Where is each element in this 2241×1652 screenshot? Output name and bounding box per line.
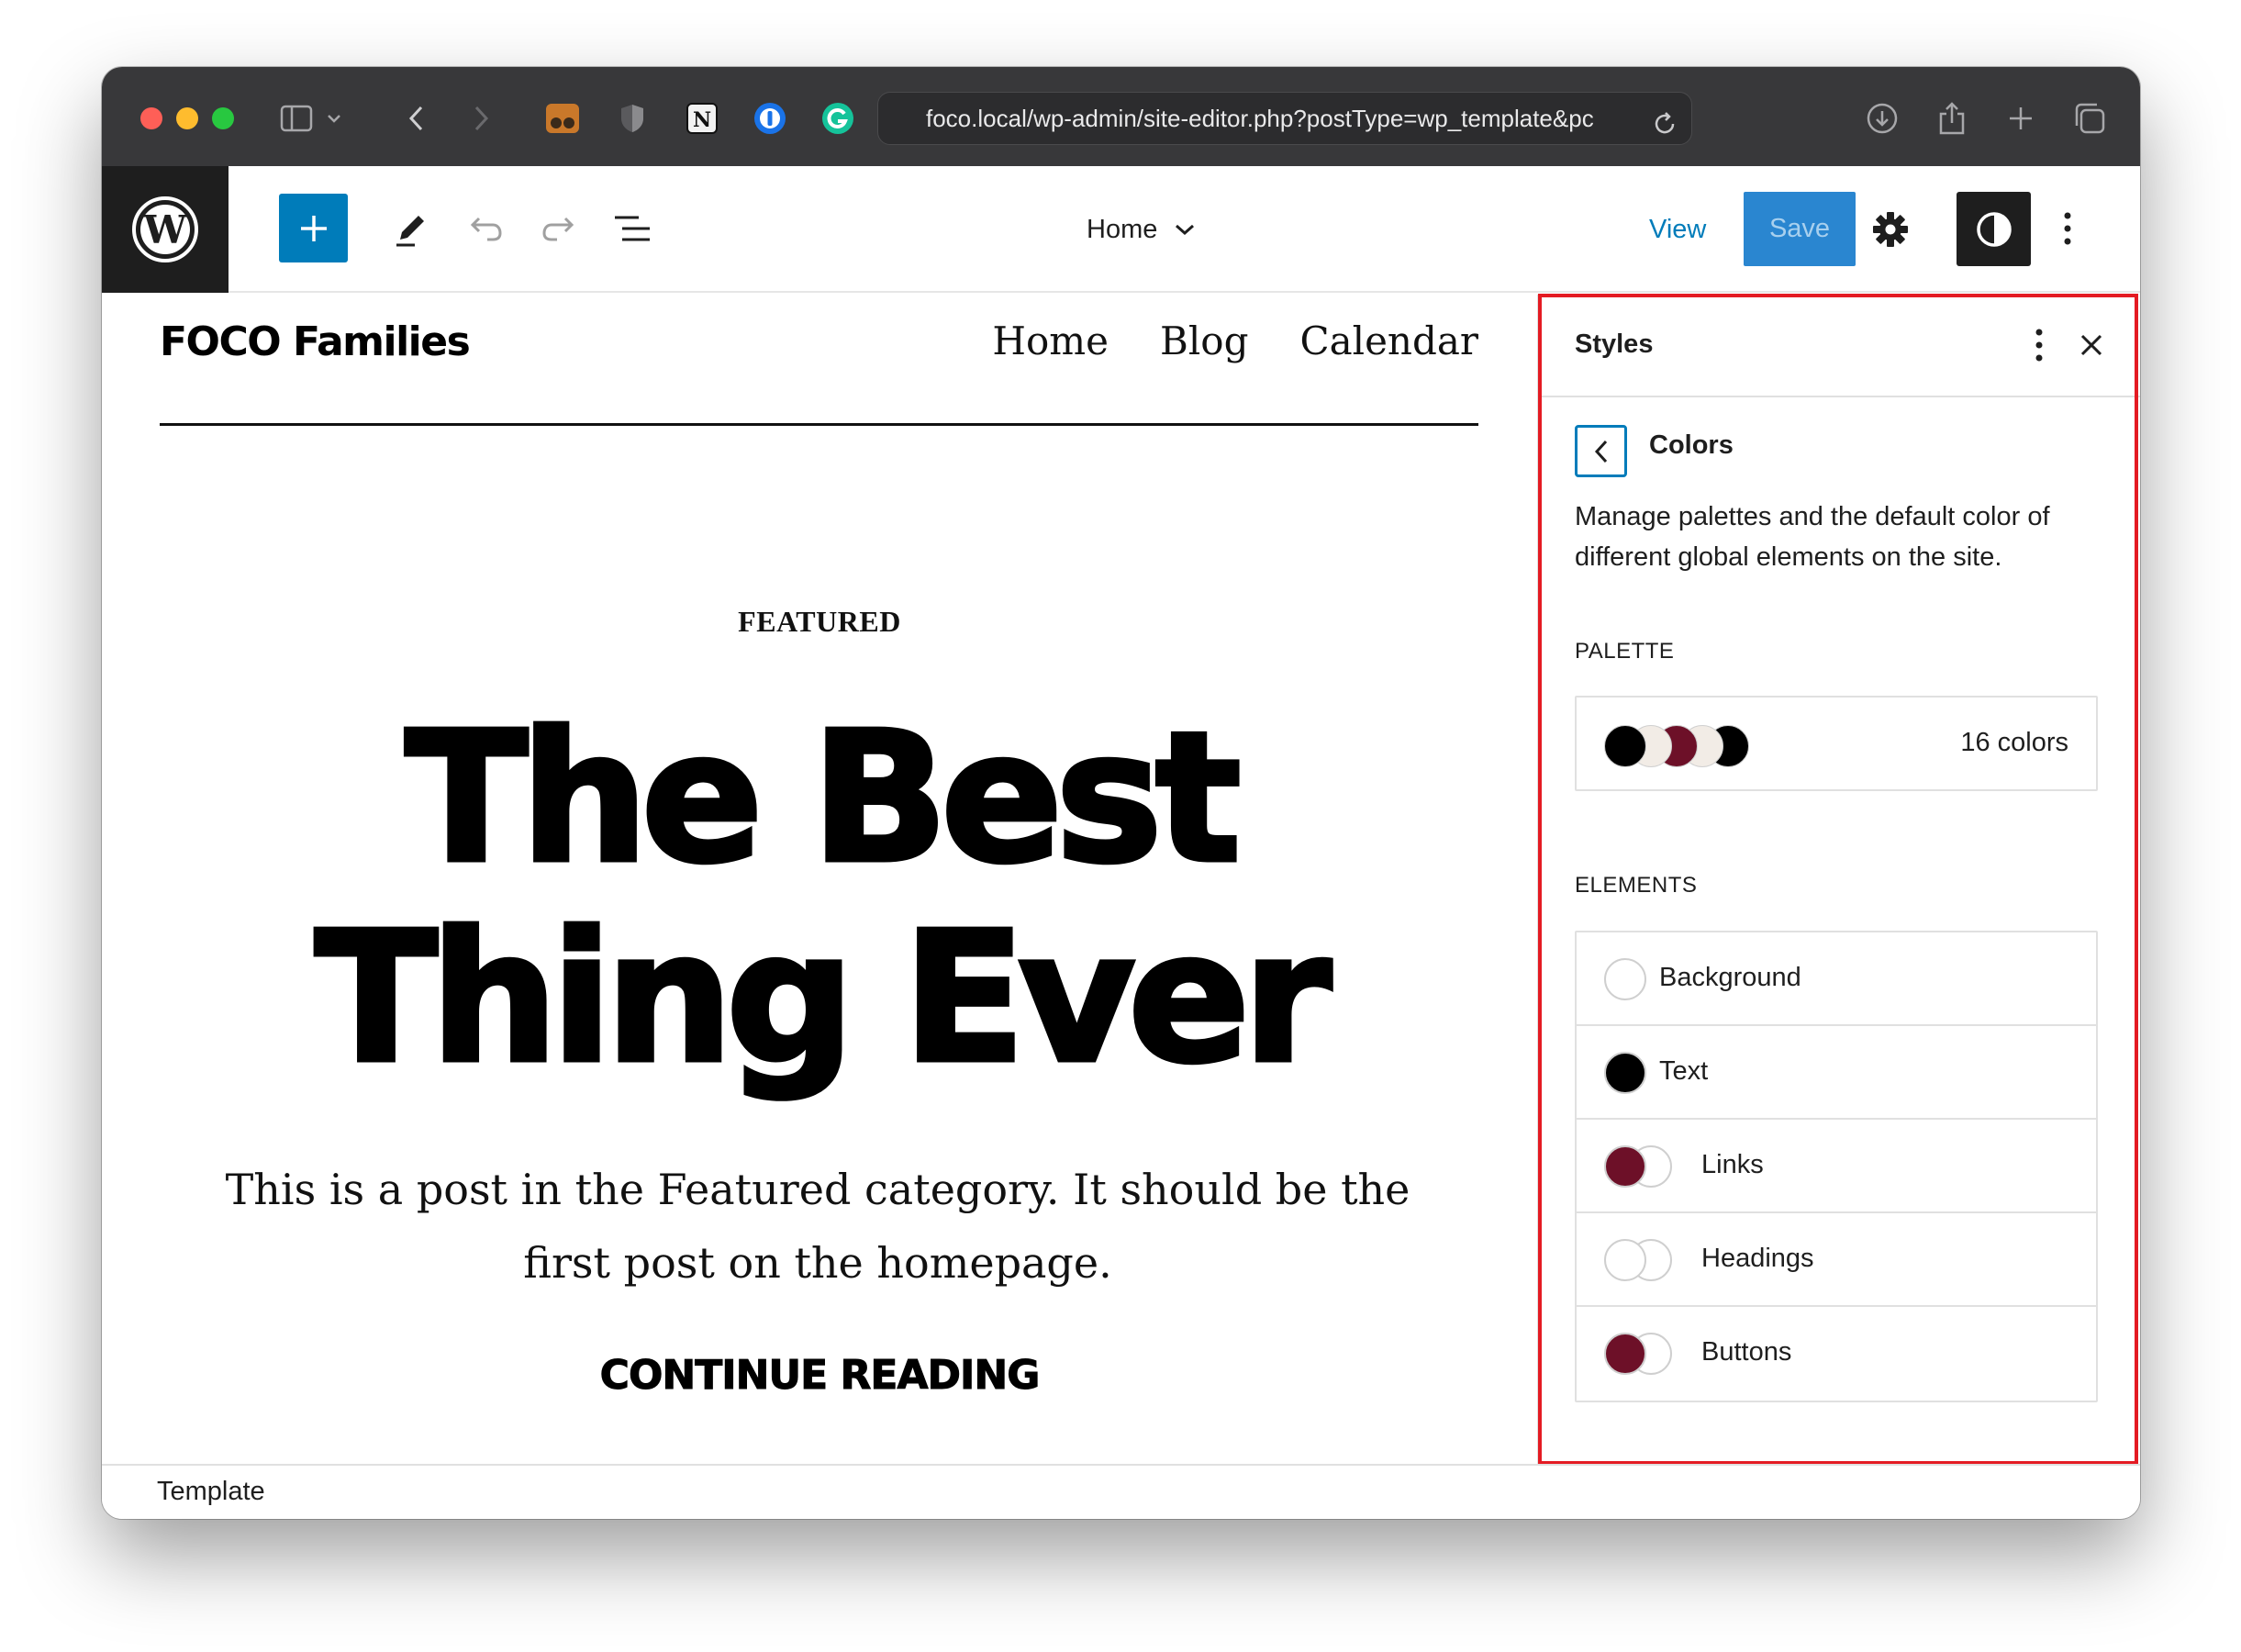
close-window-button[interactable]	[140, 107, 162, 129]
extension-bookmark-icon[interactable]	[542, 98, 583, 139]
chevron-left-icon	[1594, 440, 1607, 463]
reload-icon[interactable]	[1651, 104, 1678, 134]
styles-button[interactable]	[1957, 192, 2031, 266]
panel-title: Colors	[1649, 430, 1734, 460]
save-button[interactable]: Save	[1744, 192, 1856, 266]
editor-canvas[interactable]: FOCO Families Home Blog Calendar FEATURE…	[102, 295, 1537, 1464]
browser-chrome: N foco.local/wp-admin/site-editor.php?po…	[102, 67, 2140, 166]
block-breadcrumb-bar: Template	[102, 1464, 2140, 1519]
options-menu-button[interactable]	[2042, 203, 2093, 254]
palette-button[interactable]: 16 colors	[1575, 696, 2098, 791]
redo-button[interactable]	[533, 203, 585, 254]
element-label: Text	[1659, 1056, 1709, 1086]
header-separator	[160, 423, 1478, 426]
nav-item-home[interactable]: Home	[992, 318, 1109, 363]
browser-window: N foco.local/wp-admin/site-editor.php?po…	[102, 67, 2140, 1519]
document-title-dropdown[interactable]: Home	[1087, 206, 1196, 252]
editor-toolbar: W Home View Save	[102, 166, 2140, 293]
color-dot	[1604, 1145, 1646, 1188]
new-tab-icon[interactable]	[2001, 98, 2041, 139]
element-item[interactable]: Buttons	[1577, 1307, 2096, 1401]
undo-button[interactable]	[460, 203, 511, 254]
post-title-line: Thing Ever	[313, 894, 1334, 1103]
grammarly-icon[interactable]	[818, 98, 858, 139]
more-vertical-icon	[2035, 329, 2043, 362]
elements-heading: ELEMENTS	[1575, 873, 1698, 898]
svg-text:W: W	[142, 207, 187, 252]
palette-count: 16 colors	[1960, 728, 2068, 757]
site-title[interactable]: FOCO Families	[160, 318, 471, 365]
element-label: Background	[1659, 963, 1801, 992]
minimize-window-button[interactable]	[176, 107, 198, 129]
continue-reading-link[interactable]: CONTINUE READING	[102, 1352, 1537, 1400]
color-dot	[1604, 958, 1646, 1000]
pencil-icon	[396, 216, 424, 247]
zoom-window-button[interactable]	[212, 107, 234, 129]
styles-sidebar: Styles Colors Manage palettes and the de…	[1537, 295, 2140, 1464]
notion-icon[interactable]: N	[682, 98, 722, 139]
chevron-down-icon	[1176, 224, 1195, 236]
sidebar-title: Styles	[1575, 329, 1654, 359]
palette-swatch	[1604, 725, 1646, 767]
undo-icon	[470, 217, 502, 241]
svg-text:N: N	[693, 108, 711, 132]
post-title[interactable]: The Best Thing Ever	[102, 694, 1537, 1103]
nav-item-blog[interactable]: Blog	[1160, 318, 1248, 363]
password-manager-icon[interactable]	[750, 98, 790, 139]
element-item[interactable]: Background	[1577, 932, 2096, 1026]
shield-icon[interactable]	[612, 98, 652, 139]
site-navigation: Home Blog Calendar	[992, 318, 1478, 363]
palette-swatches	[1604, 725, 1760, 767]
color-indicator-icon	[1604, 1145, 1678, 1188]
post-title-line: The Best	[403, 694, 1243, 903]
add-block-button[interactable]	[279, 194, 348, 262]
share-icon[interactable]	[1932, 98, 1972, 139]
document-title: Home	[1087, 214, 1158, 244]
element-item[interactable]: Headings	[1577, 1213, 2096, 1307]
element-item[interactable]: Links	[1577, 1120, 2096, 1213]
color-dot	[1604, 1333, 1646, 1375]
list-view-icon	[615, 216, 650, 241]
back-arrow-icon[interactable]	[397, 98, 434, 139]
color-dot	[1604, 1239, 1646, 1281]
document-overview-button[interactable]	[607, 203, 658, 254]
color-indicator-icon	[1604, 1239, 1678, 1281]
color-indicator-icon	[1604, 1333, 1678, 1375]
downloads-icon[interactable]	[1862, 98, 1902, 139]
address-bar[interactable]: foco.local/wp-admin/site-editor.php?post…	[877, 92, 1692, 145]
element-label: Buttons	[1701, 1337, 1792, 1367]
more-vertical-icon	[2064, 212, 2071, 245]
element-item[interactable]: Text	[1577, 1026, 2096, 1120]
edit-tools-button[interactable]	[385, 203, 437, 254]
nav-item-calendar[interactable]: Calendar	[1299, 318, 1478, 363]
address-bar-url: foco.local/wp-admin/site-editor.php?post…	[926, 105, 1594, 132]
plus-icon	[300, 215, 327, 241]
forward-arrow-icon[interactable]	[463, 98, 500, 139]
post-excerpt[interactable]: This is a post in the Featured category.…	[175, 1153, 1460, 1300]
chevron-down-icon[interactable]	[322, 98, 346, 139]
sidebar-header: Styles	[1539, 295, 2140, 397]
gear-icon	[1873, 212, 1908, 247]
sidebar-toggle-icon[interactable]	[276, 98, 317, 139]
half-circle-contrast-icon	[1976, 211, 2012, 247]
wordpress-logo-icon[interactable]: W	[102, 166, 229, 293]
palette-heading: PALETTE	[1575, 639, 1675, 664]
elements-list: Background Text Links Headings Buttons	[1575, 931, 2098, 1402]
post-category[interactable]: FEATURED	[102, 605, 1537, 639]
breadcrumb-template[interactable]: Template	[157, 1477, 265, 1507]
close-icon	[2080, 334, 2102, 356]
element-label: Headings	[1701, 1244, 1814, 1273]
back-button[interactable]	[1575, 425, 1627, 477]
close-sidebar-button[interactable]	[2068, 322, 2114, 368]
panel-description: Manage palettes and the default color of…	[1575, 502, 2050, 572]
element-label: Links	[1701, 1150, 1764, 1179]
settings-button[interactable]	[1865, 204, 1916, 255]
styles-actions-button[interactable]	[2016, 322, 2062, 368]
redo-icon	[542, 217, 574, 241]
color-dot	[1604, 1052, 1646, 1094]
view-button[interactable]: View	[1649, 206, 1706, 252]
tab-overview-icon[interactable]	[2069, 98, 2110, 139]
